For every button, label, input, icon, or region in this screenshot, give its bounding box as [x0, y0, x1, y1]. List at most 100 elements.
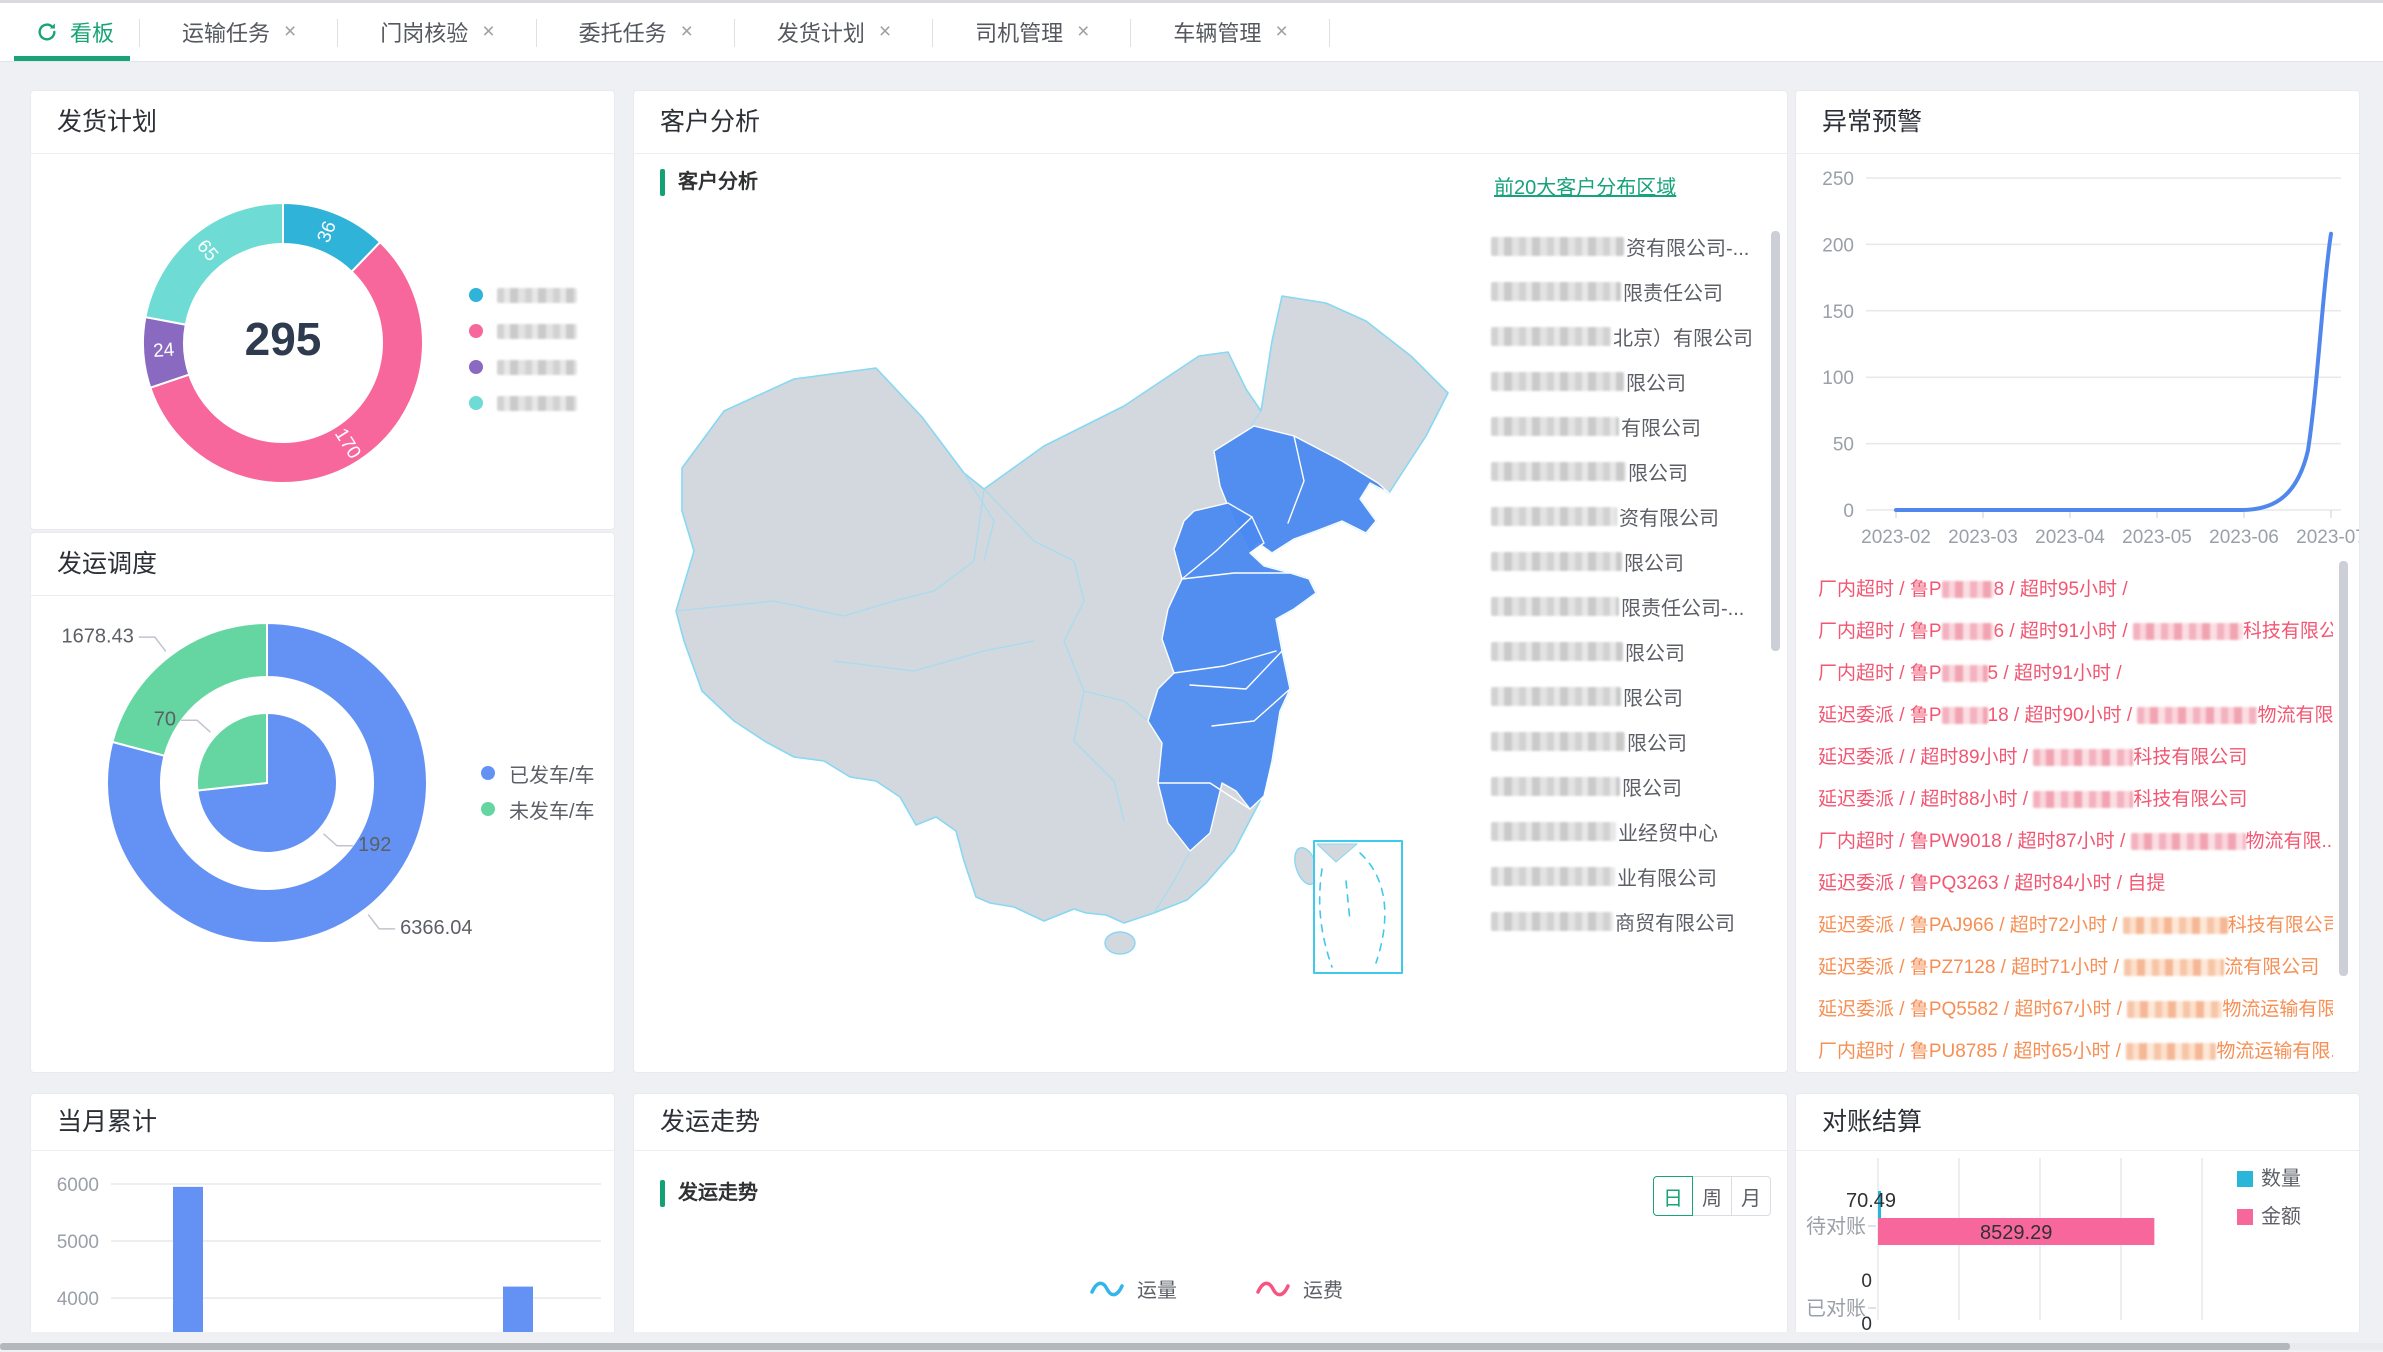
legend-item[interactable]: [469, 349, 577, 385]
close-tab-icon[interactable]: ×: [482, 20, 494, 44]
warning-text: 厂内超时 / 鲁PW9018 / 超时87小时 /: [1818, 831, 2131, 852]
legend-item[interactable]: [469, 385, 577, 421]
customer-item[interactable]: 有限公司: [1491, 404, 1774, 449]
customer-name-suffix: 商贸有限公司: [1615, 907, 1735, 936]
svg-text:2023-06: 2023-06: [2209, 527, 2279, 548]
legend-item[interactable]: 未发车/车: [481, 791, 595, 827]
warning-item[interactable]: 厂内超时 / 鲁PU8785 / 超时65小时 / 物流运输有限...: [1818, 1031, 2333, 1073]
legend-dot: [469, 324, 483, 338]
range-button-日[interactable]: 日: [1653, 1176, 1693, 1216]
china-map[interactable]: [654, 221, 1454, 1001]
svg-text:2023-04: 2023-04: [2035, 527, 2105, 548]
svg-text:70: 70: [154, 708, 176, 730]
warning-item[interactable]: 延迟委派 / 鲁P18 / 超时90小时 / 物流有限...: [1818, 695, 2333, 737]
top20-customers-link[interactable]: 前20大客户分布区域: [1494, 171, 1676, 200]
warning-item[interactable]: 厂内超时 / 鲁PW9018 / 超时87小时 / 物流有限...: [1818, 821, 2333, 863]
customer-item[interactable]: 北京）有限公司: [1491, 314, 1774, 359]
legend-label: 已发车/车: [509, 759, 595, 788]
tab-运输任务[interactable]: 运输任务 ×: [140, 3, 338, 61]
customer-item[interactable]: 限公司: [1491, 764, 1774, 809]
warning-text: 物流运输有限...: [2222, 999, 2333, 1020]
warning-item[interactable]: 延迟委派 / 鲁PAJ966 / 超时72小时 / 科技有限公司: [1818, 905, 2333, 947]
warning-text: 物流运输有限...: [2216, 1041, 2333, 1062]
warning-item[interactable]: 厂内超时 / 鲁P8 / 超时95小时 /: [1818, 569, 2333, 611]
tab-发货计划[interactable]: 发货计划×: [735, 3, 933, 61]
redacted-text: [2127, 1001, 2222, 1018]
warning-item[interactable]: 延迟委派 / 鲁PZ7128 / 超时71小时 / 流有限公司: [1818, 947, 2333, 989]
close-tab-icon[interactable]: ×: [681, 20, 693, 44]
customer-item[interactable]: 业经贸中心: [1491, 809, 1774, 854]
refresh-icon[interactable]: [36, 21, 58, 43]
customer-name-suffix: 限责任公司-...: [1621, 592, 1744, 621]
tab-bar: 看板运输任务×门岗核验×委托任务×发货计划×司机管理×车辆管理×: [0, 0, 2383, 62]
customer-list-scrollbar[interactable]: [1771, 231, 1780, 651]
customer-name-suffix: 北京）有限公司: [1613, 322, 1753, 351]
customer-item[interactable]: 限责任公司-...: [1491, 584, 1774, 629]
redacted-text: [1491, 777, 1620, 796]
redacted-text: [2124, 959, 2224, 976]
tab-label: 门岗核验: [380, 16, 468, 48]
legend-item[interactable]: 运费: [1255, 1274, 1343, 1303]
close-tab-icon[interactable]: ×: [1077, 20, 1089, 44]
svg-text:0: 0: [1861, 1271, 1872, 1292]
warning-item[interactable]: 厂内超时 / 鲁P5 / 超时91小时 /: [1818, 653, 2333, 695]
customer-item[interactable]: 限公司: [1491, 449, 1774, 494]
tab-label: 运输任务: [182, 16, 270, 48]
redacted-text: [1491, 642, 1623, 661]
customer-item[interactable]: 资有限公司-...: [1491, 224, 1774, 269]
tab-司机管理[interactable]: 司机管理 ×: [933, 3, 1131, 61]
warning-text: 延迟委派 / / 超时88小时 /: [1818, 789, 2033, 810]
customer-item[interactable]: 限公司: [1491, 539, 1774, 584]
close-tab-icon[interactable]: ×: [284, 20, 296, 44]
customer-analysis-subtitle: 客户分析: [678, 169, 758, 196]
horizontal-scrollbar[interactable]: [0, 1343, 2290, 1350]
panel-reconcile: 对账结算 70.498529.29待对账已对账00数量金额: [1795, 1093, 2360, 1332]
svg-text:192: 192: [358, 834, 391, 856]
tab-门岗核验[interactable]: 门岗核验 ×: [338, 3, 536, 61]
tab-委托任务[interactable]: 委托任务×: [537, 3, 735, 61]
svg-text:待对账: 待对账: [1806, 1215, 1866, 1238]
customer-item[interactable]: 资有限公司: [1491, 494, 1774, 539]
legend-label: 运费: [1303, 1274, 1343, 1303]
warning-text: 物流有限...: [2246, 831, 2333, 852]
warning-text: 物流有限...: [2257, 705, 2333, 726]
section-marker: [660, 169, 665, 196]
tab-label: 司机管理: [975, 16, 1063, 48]
customer-item[interactable]: 限公司: [1491, 629, 1774, 674]
customer-item[interactable]: 限责任公司: [1491, 269, 1774, 314]
range-button-周[interactable]: 周: [1692, 1176, 1732, 1216]
tab-车辆管理[interactable]: 车辆管理×: [1131, 3, 1329, 61]
customer-item[interactable]: 限公司: [1491, 719, 1774, 764]
redacted-text: [2033, 791, 2133, 808]
svg-text:0: 0: [1843, 501, 1854, 522]
customer-name-suffix: 限公司: [1627, 727, 1687, 756]
close-tab-icon[interactable]: ×: [1275, 20, 1287, 44]
customer-name-suffix: 限公司: [1622, 772, 1682, 801]
redacted-text: [1491, 237, 1624, 256]
redacted-text: [1942, 707, 1988, 724]
redacted-label: [497, 288, 577, 303]
legend-item[interactable]: 已发车/车: [481, 755, 595, 791]
warning-item[interactable]: 延迟委派 / / 超时89小时 / 科技有限公司: [1818, 737, 2333, 779]
close-tab-icon[interactable]: ×: [879, 20, 891, 44]
legend-item[interactable]: 运量: [1089, 1274, 1177, 1303]
warning-item[interactable]: 延迟委派 / / 超时88小时 / 科技有限公司: [1818, 779, 2333, 821]
customer-item[interactable]: 限公司: [1491, 674, 1774, 719]
redacted-text: [1491, 417, 1619, 436]
warning-line-chart: 0501001502002502023-022023-032023-042023…: [1796, 153, 2359, 573]
range-button-月[interactable]: 月: [1731, 1176, 1771, 1216]
warning-item[interactable]: 厂内超时 / 鲁P6 / 超时91小时 / 科技有限公司: [1818, 611, 2333, 653]
warning-list-scrollbar[interactable]: [2339, 561, 2348, 976]
panel-title: 异常预警: [1796, 91, 2359, 154]
warning-item[interactable]: 延迟委派 / 鲁PQ3263 / 超时84小时 / 自提: [1818, 863, 2333, 905]
customer-item[interactable]: 限公司: [1491, 359, 1774, 404]
redacted-text: [2133, 623, 2243, 640]
legend-item[interactable]: [469, 313, 577, 349]
svg-text:150: 150: [1822, 302, 1854, 323]
warning-item[interactable]: 延迟委派 / 鲁PQ5582 / 超时67小时 / 物流运输有限...: [1818, 989, 2333, 1031]
customer-item[interactable]: 业有限公司: [1491, 854, 1774, 899]
warning-text: 流有限公司: [2224, 957, 2319, 978]
legend-item[interactable]: [469, 277, 577, 313]
tab-看板[interactable]: 看板: [10, 3, 140, 61]
customer-item[interactable]: 商贸有限公司: [1491, 899, 1774, 944]
